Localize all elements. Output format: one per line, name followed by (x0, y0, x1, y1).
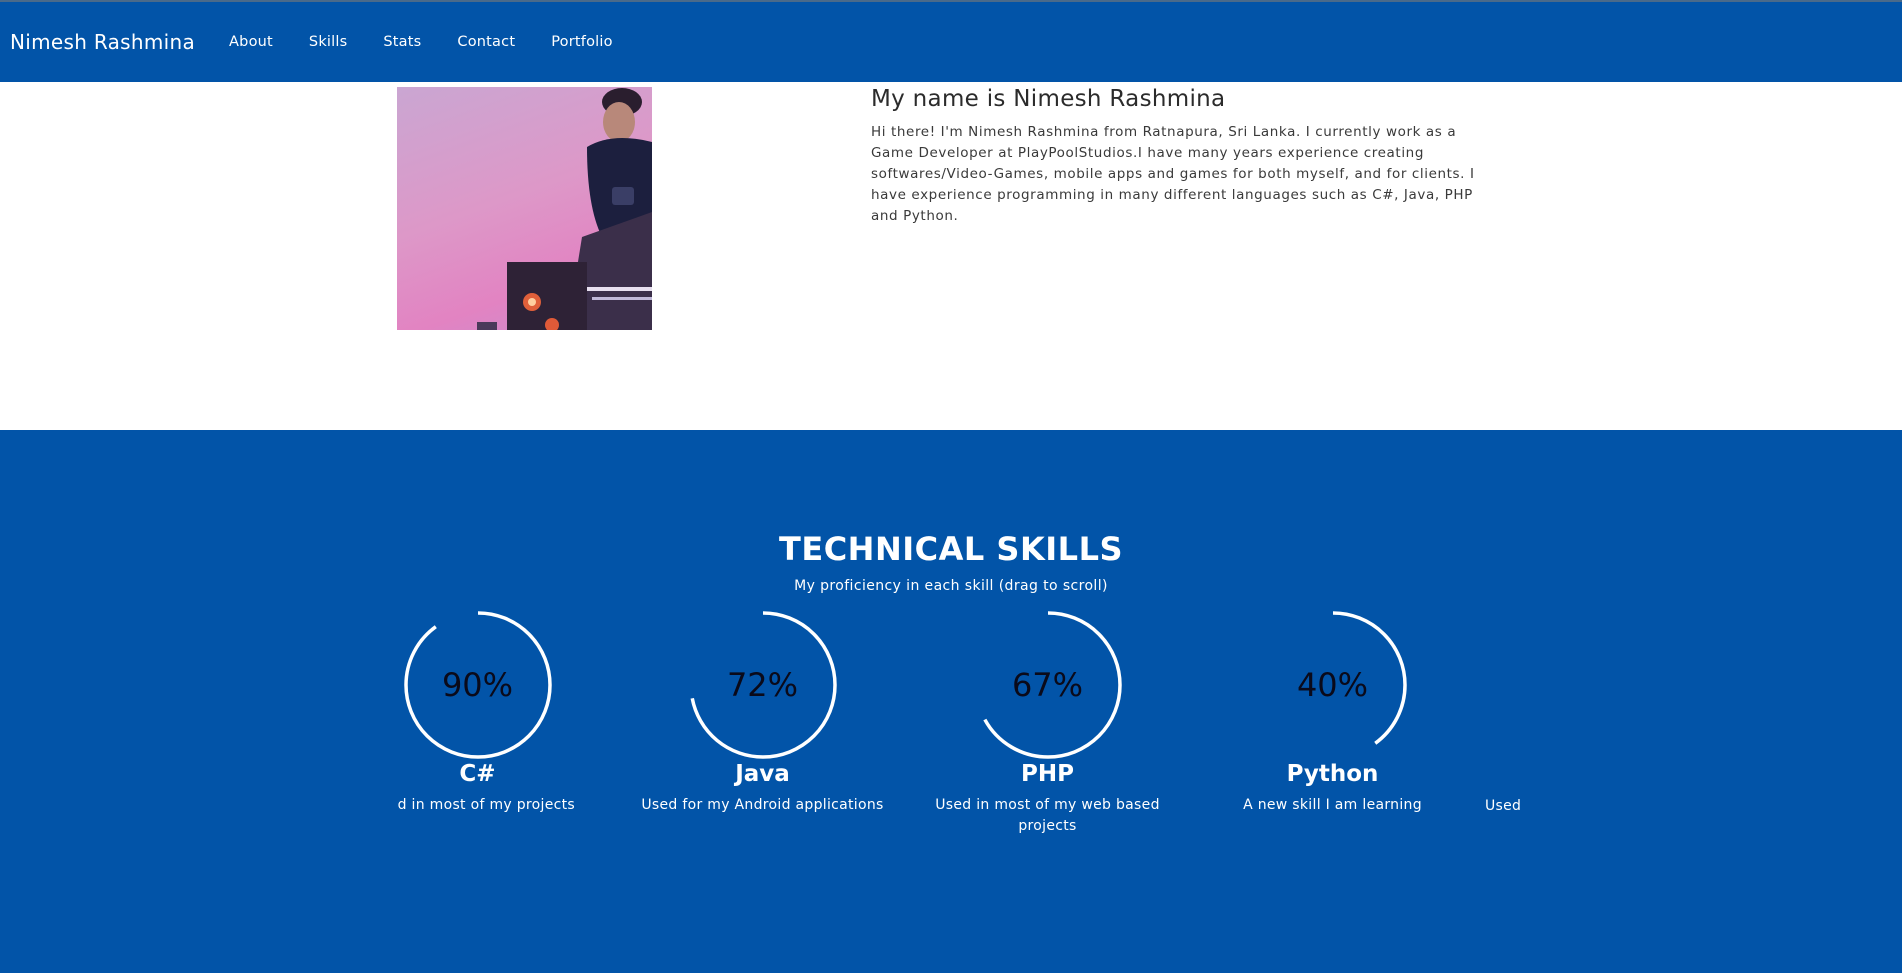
skill-description: Used for my Android applications (641, 797, 884, 813)
skill-card-php[interactable]: 67% PHP Used in most of my web based pro… (905, 610, 1190, 837)
skill-progress-ring: 72% (688, 610, 838, 760)
skill-percent-label: 90% (441, 666, 514, 704)
skill-card-partial[interactable]: Used (1475, 610, 1522, 817)
skill-name: Python (1286, 761, 1379, 787)
skill-name: Java (735, 761, 790, 787)
skill-description: d in most of my projects (397, 797, 575, 813)
nav-link-contact[interactable]: Contact (457, 34, 515, 50)
skill-percent-label: 40% (1296, 666, 1369, 704)
skill-percent-label: 67% (1011, 666, 1084, 704)
skills-title: TECHNICAL SKILLS (779, 530, 1123, 568)
skills-subtitle: My proficiency in each skill (drag to sc… (794, 578, 1108, 594)
about-description: Hi there! I'm Nimesh Rashmina from Ratna… (871, 124, 1475, 224)
skill-progress-ring: 90% (403, 610, 553, 760)
profile-photo (397, 87, 652, 330)
profile-photo-illustration (477, 88, 652, 330)
about-section: My name is Nimesh Rashmina Hi there! I'm… (0, 82, 1902, 430)
nav-link-stats[interactable]: Stats (383, 34, 421, 50)
skill-card-csharp[interactable]: 90% C# d in most of my projects (380, 610, 620, 816)
skill-progress-ring: 40% (1258, 610, 1408, 760)
skill-name: C# (459, 761, 496, 787)
nav-link-about[interactable]: About (229, 34, 273, 50)
brand-link[interactable]: Nimesh Rashmina (10, 30, 195, 54)
skill-description: Used (1485, 798, 1522, 814)
about-heading: My name is Nimesh Rashmina (871, 86, 1226, 112)
skill-card-java[interactable]: 72% Java Used for my Android application… (620, 610, 905, 816)
skill-card-python[interactable]: 40% Python A new skill I am learning (1190, 610, 1475, 816)
top-navbar: Nimesh Rashmina About Skills Stats Conta… (0, 2, 1902, 82)
skill-description: Used in most of my web based projects (935, 797, 1160, 834)
skill-percent-label: 72% (726, 666, 799, 704)
skill-progress-ring: 67% (973, 610, 1123, 760)
nav-link-portfolio[interactable]: Portfolio (551, 34, 612, 50)
skill-description: A new skill I am learning (1243, 797, 1422, 813)
skills-carousel[interactable]: 90% C# d in most of my projects 72% Java… (380, 610, 1522, 910)
nav-link-skills[interactable]: Skills (309, 34, 347, 50)
skills-section: TECHNICAL SKILLS My proficiency in each … (0, 430, 1902, 973)
skill-name: PHP (1021, 761, 1074, 787)
